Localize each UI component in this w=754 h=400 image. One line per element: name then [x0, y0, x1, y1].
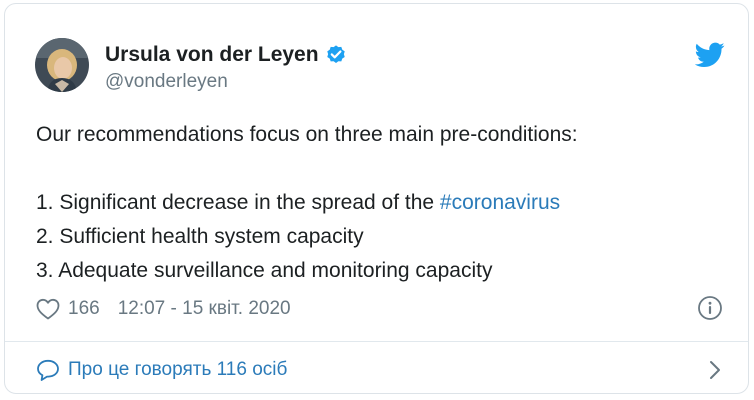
tweet-line-1-text: 1. Significant decrease in the spread of… — [36, 191, 440, 214]
tweet-intro: Our recommendations focus on three main … — [36, 123, 578, 146]
footer-divider — [5, 341, 748, 342]
heart-icon[interactable] — [36, 298, 60, 320]
author-display-name[interactable]: Ursula von der Leyen — [105, 42, 319, 68]
tweet-timestamp[interactable]: 12:07 - 15 квіт. 2020 — [118, 298, 291, 320]
author-handle[interactable]: @vonderleyen — [105, 70, 228, 94]
avatar-photo — [35, 38, 89, 92]
like-count[interactable]: 166 — [68, 298, 100, 320]
hashtag-link[interactable]: #coronavirus — [440, 191, 560, 214]
tweet-line-3: 3. Adequate surveillance and monitoring … — [36, 259, 493, 282]
twitter-bird-icon[interactable] — [694, 42, 725, 68]
speech-bubble-icon — [36, 359, 60, 381]
verified-badge-icon — [325, 44, 347, 66]
tweet-line-2: 2. Sufficient health system capacity — [36, 225, 364, 248]
author-name-row[interactable]: Ursula von der Leyen — [105, 42, 347, 68]
chevron-right-icon[interactable] — [708, 360, 722, 380]
info-icon[interactable] — [697, 295, 723, 321]
avatar[interactable] — [35, 38, 89, 92]
conversation-link[interactable]: Про це говорять 116 осіб — [36, 355, 726, 385]
tweet-text: Our recommendations focus on three main … — [36, 118, 736, 288]
tweet-meta-row: 166 12:07 - 15 квіт. 2020 — [36, 294, 291, 324]
embedded-tweet-card: Ursula von der Leyen @vonderleyen Our re… — [4, 3, 749, 394]
conversation-label[interactable]: Про це говорять 116 осіб — [68, 359, 287, 381]
tweet-line-1: 1. Significant decrease in the spread of… — [36, 186, 736, 220]
